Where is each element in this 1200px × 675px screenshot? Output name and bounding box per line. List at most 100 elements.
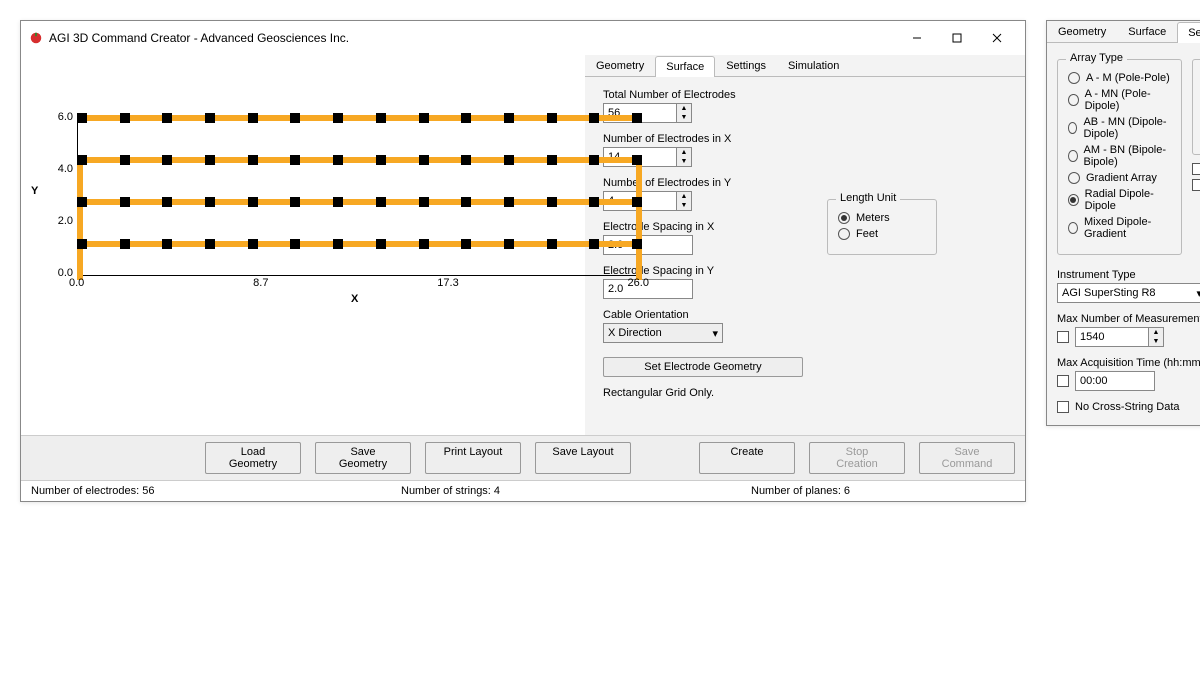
electrode	[205, 239, 215, 249]
electrode	[205, 155, 215, 165]
electrode	[632, 239, 642, 249]
save-command-button[interactable]: Save Command	[919, 442, 1015, 474]
tab-bar-settings: Geometry Surface Settings Simulation	[1047, 21, 1200, 43]
max-measurements-input[interactable]: ▲▼	[1075, 327, 1164, 347]
electrode	[333, 197, 343, 207]
save-layout-button[interactable]: Save Layout	[535, 442, 631, 474]
electrode	[589, 113, 599, 123]
electrode	[632, 155, 642, 165]
electrode	[461, 113, 471, 123]
max-time-label: Max Acquisition Time (hh:mm)	[1057, 357, 1200, 369]
electrode	[547, 113, 557, 123]
electrode	[120, 113, 130, 123]
electrode	[376, 113, 386, 123]
max-time-input[interactable]	[1075, 371, 1155, 391]
plot-area: 0.0 2.0 4.0 6.0 Y 0.0 8.7 17.3 26.0 X	[21, 55, 585, 435]
bottom-toolbar: Load Geometry Save Geometry Print Layout…	[21, 435, 1025, 480]
tab-geometry[interactable]: Geometry	[585, 55, 655, 76]
array-type-radio[interactable]: Mixed Dipole-Gradient	[1068, 216, 1171, 240]
electrode	[162, 155, 172, 165]
close-button[interactable]	[977, 25, 1017, 51]
chevron-down-icon: ▾	[712, 327, 718, 340]
electrode	[461, 239, 471, 249]
array-type-radio[interactable]: Radial Dipole-Dipole	[1068, 188, 1171, 212]
electrode	[376, 239, 386, 249]
electrode	[419, 239, 429, 249]
instrument-type-select[interactable]: AGI SuperSting R8▾	[1057, 283, 1200, 303]
numerical-check-checkbox[interactable]: Numerical Check	[1192, 179, 1200, 191]
electrode-row	[77, 157, 642, 163]
x-ticks: 0.0 8.7 17.3 26.0	[69, 277, 649, 289]
array-type-radio[interactable]: A - MN (Pole-Dipole)	[1068, 88, 1171, 112]
max-time-checkbox[interactable]	[1057, 375, 1069, 387]
array-type-radio[interactable]: Gradient Array	[1068, 172, 1171, 184]
stop-creation-button[interactable]: Stop Creation	[809, 442, 905, 474]
total-electrodes-label: Total Number of Electrodes	[603, 89, 803, 101]
array-type-radio[interactable]: A - M (Pole-Pole)	[1068, 72, 1171, 84]
unit-meters-radio[interactable]: Meters	[838, 212, 926, 224]
status-planes: Number of planes: 6	[741, 481, 860, 501]
max-measurements-label: Max Number of Measurements	[1057, 313, 1200, 325]
electrode	[248, 113, 258, 123]
chevron-down-icon: ▾	[1196, 287, 1200, 300]
electrode	[77, 155, 87, 165]
electrode-row	[77, 115, 642, 121]
no-cross-string-checkbox[interactable]: No Cross-String Data	[1057, 401, 1200, 413]
electrode	[504, 113, 514, 123]
tab-geometry-2[interactable]: Geometry	[1047, 21, 1117, 42]
electrode	[290, 239, 300, 249]
tab-simulation[interactable]: Simulation	[777, 55, 850, 76]
electrode	[248, 197, 258, 207]
electrode	[120, 155, 130, 165]
maximize-button[interactable]	[937, 25, 977, 51]
electrode	[205, 113, 215, 123]
tab-surface-2[interactable]: Surface	[1117, 21, 1177, 42]
electrode	[77, 239, 87, 249]
side-panel: Geometry Surface Settings Simulation Tot…	[585, 55, 1025, 435]
create-button[interactable]: Create	[699, 442, 795, 474]
electrode	[589, 239, 599, 249]
electrode	[376, 155, 386, 165]
set-electrode-geometry-button[interactable]: Set Electrode Geometry	[603, 357, 803, 377]
electrode	[632, 197, 642, 207]
cable-orientation-select[interactable]: X Direction▾	[603, 323, 723, 343]
electrode	[290, 113, 300, 123]
reciprocals-checkbox[interactable]: Reciprocals	[1192, 163, 1200, 175]
main-window: AGI 3D Command Creator - Advanced Geosci…	[20, 20, 1026, 502]
electrode	[205, 197, 215, 207]
window-title: AGI 3D Command Creator - Advanced Geosci…	[49, 31, 897, 45]
electrode	[419, 197, 429, 207]
minimize-button[interactable]	[897, 25, 937, 51]
max-measurements-checkbox[interactable]	[1057, 331, 1069, 343]
electrode	[77, 197, 87, 207]
electrode	[504, 155, 514, 165]
x-axis-label: X	[351, 293, 358, 305]
electrode	[376, 197, 386, 207]
print-layout-button[interactable]: Print Layout	[425, 442, 521, 474]
tab-settings[interactable]: Settings	[715, 55, 777, 76]
window-controls	[897, 25, 1017, 51]
electrode	[162, 113, 172, 123]
array-type-radio[interactable]: AM - BN (Bipole-Bipole)	[1068, 144, 1171, 168]
grid-note: Rectangular Grid Only.	[603, 387, 803, 399]
electrode	[333, 239, 343, 249]
electrode	[333, 113, 343, 123]
electrode	[162, 197, 172, 207]
unit-feet-radio[interactable]: Feet	[838, 228, 926, 240]
tab-surface[interactable]: Surface	[655, 56, 715, 77]
electrode	[547, 155, 557, 165]
app-icon	[29, 31, 43, 45]
settings-window: Geometry Surface Settings Simulation Arr…	[1046, 20, 1200, 426]
status-bar: Number of electrodes: 56 Number of strin…	[21, 480, 1025, 501]
tab-settings-2[interactable]: Settings	[1177, 22, 1200, 43]
titlebar: AGI 3D Command Creator - Advanced Geosci…	[21, 21, 1025, 55]
electrode	[333, 155, 343, 165]
save-geometry-button[interactable]: Save Geometry	[315, 442, 411, 474]
electrode	[120, 197, 130, 207]
array-type-radio[interactable]: AB - MN (Dipole-Dipole)	[1068, 116, 1171, 140]
electrode	[589, 155, 599, 165]
load-geometry-button[interactable]: Load Geometry	[205, 442, 301, 474]
electrode	[504, 197, 514, 207]
electrode	[248, 239, 258, 249]
electrode	[77, 113, 87, 123]
